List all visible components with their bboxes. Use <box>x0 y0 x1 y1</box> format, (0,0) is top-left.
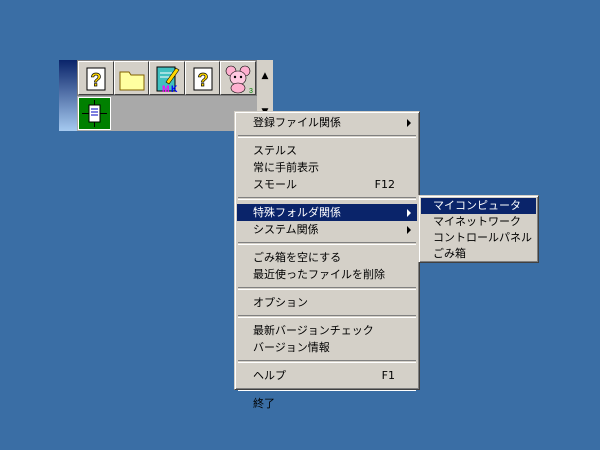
menu-item-exit[interactable]: 終了 <box>237 395 417 412</box>
menu-item-empty-trash[interactable]: ごみ箱を空にする <box>237 249 417 266</box>
mouse-character-button[interactable]: 3 <box>220 61 256 95</box>
menu-item-version-info[interactable]: バージョン情報 <box>237 339 417 356</box>
menu-separator <box>238 197 416 200</box>
context-menu: 登録ファイル関係 ステルス 常に手前表示 スモール F12 特殊フォルダ関係 シ… <box>234 111 420 410</box>
menu-item-clear-recent[interactable]: 最近使ったファイルを削除 <box>237 266 417 283</box>
help-button-2[interactable]: ? <box>184 61 221 95</box>
submenu-arrow-icon <box>407 209 411 217</box>
menu-item-help[interactable]: ヘルプ F1 <box>237 367 417 384</box>
menu-item-stealth[interactable]: ステルス <box>237 142 417 159</box>
special-folders-submenu: マイコンピュータ マイネットワーク コントロールパネル ごみ箱 <box>418 195 539 263</box>
notepad-icon: M K <box>156 66 180 94</box>
submenu-item-trash[interactable]: ごみ箱 <box>421 246 536 262</box>
menu-item-always-on-top[interactable]: 常に手前表示 <box>237 159 417 176</box>
submenu-arrow-icon <box>407 119 411 127</box>
menu-separator <box>238 242 416 245</box>
menu-separator <box>238 135 416 138</box>
scroll-up-arrow[interactable]: ▲ <box>257 68 273 84</box>
menu-separator <box>238 287 416 290</box>
green-app-button[interactable] <box>78 97 111 130</box>
green-app-icon <box>82 100 107 127</box>
notepad-button[interactable]: M K <box>149 61 185 95</box>
menu-item-system[interactable]: システム関係 <box>237 221 417 238</box>
menu-item-registered-files[interactable]: 登録ファイル関係 <box>237 114 417 131</box>
help-icon: ? <box>193 67 213 91</box>
svg-text:K: K <box>171 84 178 94</box>
shortcut-f12: F12 <box>374 178 395 191</box>
launcher-row-1: ? M K ? 3 <box>77 60 257 96</box>
svg-text:?: ? <box>197 70 208 90</box>
menu-item-options[interactable]: オプション <box>237 294 417 311</box>
svg-text:M: M <box>162 84 170 94</box>
svg-text:?: ? <box>91 70 102 90</box>
shortcut-f1: F1 <box>381 369 395 382</box>
help-icon: ? <box>86 67 106 91</box>
menu-separator <box>238 315 416 318</box>
menu-item-special-folders[interactable]: 特殊フォルダ関係 <box>237 204 417 221</box>
menu-separator <box>238 360 416 363</box>
help-button-1[interactable]: ? <box>78 61 114 95</box>
launcher-row-2 <box>77 96 257 131</box>
menu-item-check-version[interactable]: 最新バージョンチェック <box>237 322 417 339</box>
submenu-item-my-computer[interactable]: マイコンピュータ <box>421 198 536 214</box>
folder-icon <box>119 71 145 91</box>
submenu-item-my-network[interactable]: マイネットワーク <box>421 214 536 230</box>
svg-text:3: 3 <box>249 88 253 94</box>
submenu-item-control-panel[interactable]: コントロールパネル <box>421 230 536 246</box>
launcher-grip[interactable] <box>59 60 77 131</box>
menu-item-small[interactable]: スモール F12 <box>237 176 417 193</box>
menu-separator <box>238 388 416 391</box>
mouse-character-icon: 3 <box>226 65 253 94</box>
folder-button[interactable] <box>113 61 150 95</box>
submenu-arrow-icon <box>407 226 411 234</box>
